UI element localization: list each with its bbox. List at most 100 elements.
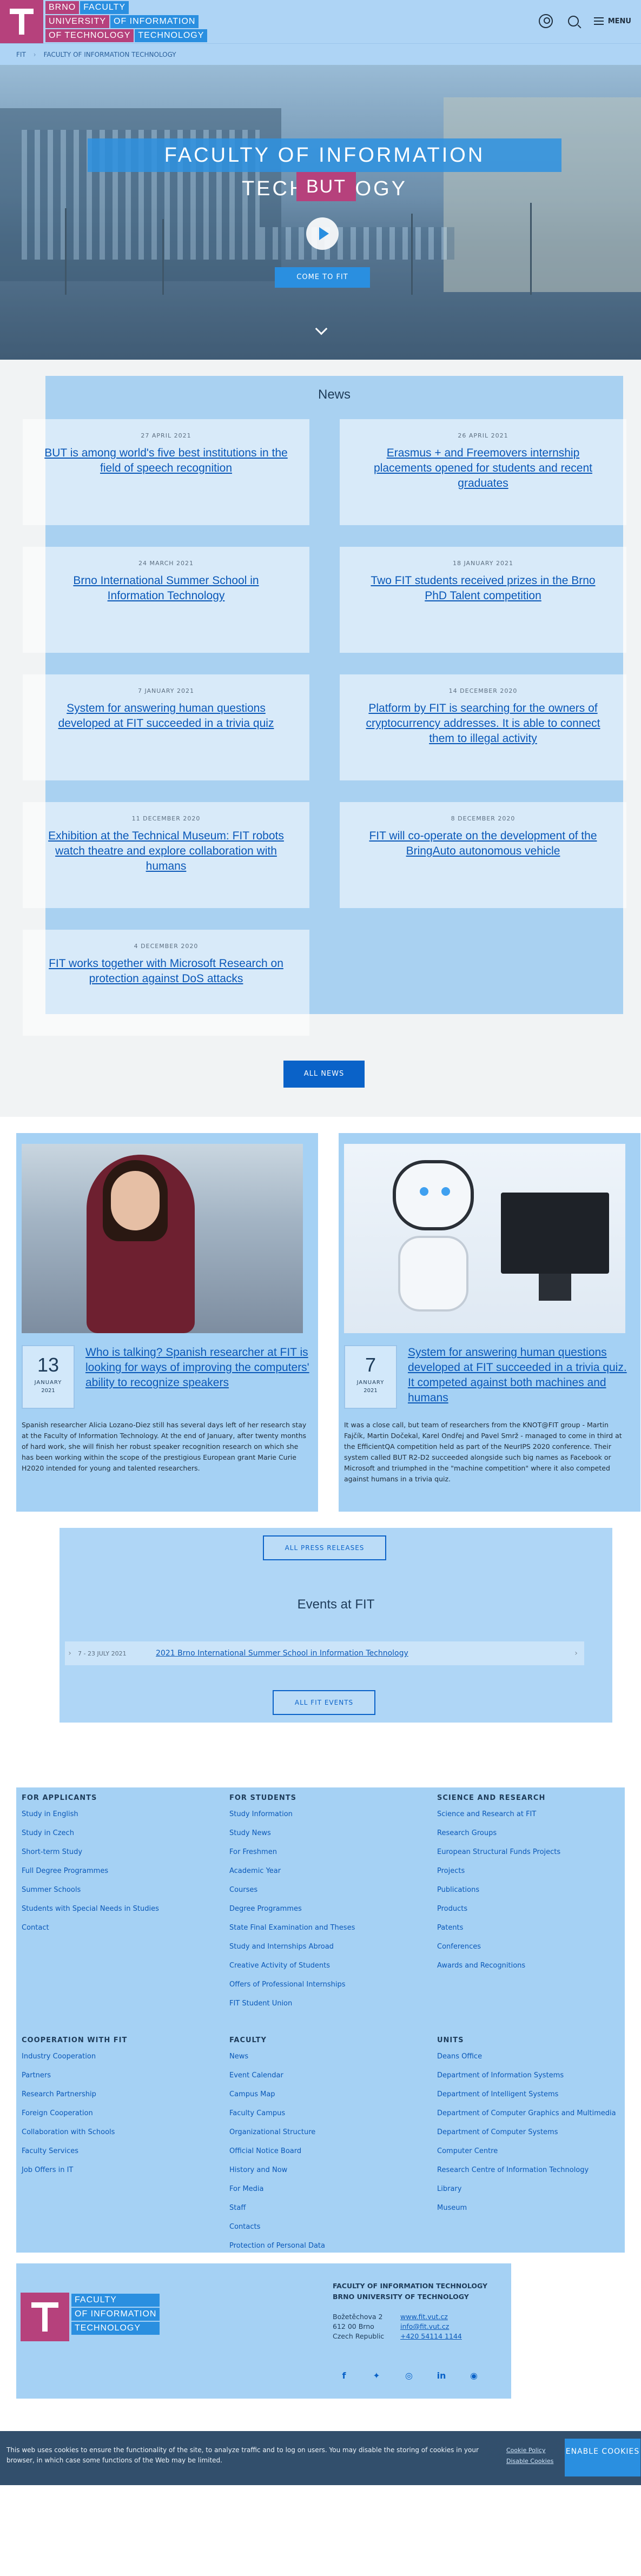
chevron-right-icon[interactable]: › [568, 1649, 584, 1658]
footer-link[interactable]: Research Groups [437, 1829, 621, 1838]
footer-link[interactable]: Organizational Structure [229, 2128, 413, 2137]
footer-link[interactable]: Faculty Campus [229, 2109, 413, 2118]
footer-link[interactable]: Patents [437, 1923, 621, 1933]
cookie-policy-link[interactable]: Cookie Policy [506, 2445, 553, 2456]
enable-cookies-button[interactable]: ENABLE COOKIES [565, 2439, 640, 2476]
featured-photo[interactable] [344, 1144, 625, 1333]
email-link[interactable]: info@fit.vut.cz [400, 2322, 462, 2332]
featured-photo[interactable] [22, 1144, 303, 1333]
footer-link[interactable]: Summer Schools [22, 1885, 206, 1895]
news-item[interactable]: 11 DECEMBER 2020 Exhibition at the Techn… [23, 802, 309, 908]
footer-link[interactable]: Students with Special Needs in Studies [22, 1904, 206, 1914]
footer-link[interactable]: Protection of Personal Data [229, 2241, 413, 2251]
footer-link[interactable]: Contact [22, 1923, 206, 1933]
footer-link[interactable]: Foreign Cooperation [22, 2109, 206, 2118]
news-title-link[interactable]: Brno International Summer School in Info… [44, 573, 288, 604]
footer-link[interactable]: For Media [229, 2184, 413, 2194]
footer-link[interactable]: Department of Intelligent Systems [437, 2090, 621, 2100]
footer-link[interactable]: Event Calendar [229, 2071, 413, 2081]
footer-link[interactable]: Science and Research at FIT [437, 1810, 621, 1819]
footer-link[interactable]: European Structural Funds Projects [437, 1847, 621, 1857]
footer-link[interactable]: Library [437, 2184, 621, 2194]
footer-link[interactable]: For Freshmen [229, 1847, 413, 1857]
footer-link[interactable]: Museum [437, 2203, 621, 2213]
website-link[interactable]: www.fit.vut.cz [400, 2312, 462, 2322]
all-fit-events-button[interactable]: ALL FIT EVENTS [273, 1690, 375, 1715]
footer-link[interactable]: Products [437, 1904, 621, 1914]
footer-link[interactable]: Job Offers in IT [22, 2166, 206, 2175]
footer-link[interactable]: Official Notice Board [229, 2147, 413, 2156]
featured-title-link[interactable]: System for answering human questions dev… [408, 1345, 635, 1406]
footer-link[interactable]: Staff [229, 2203, 413, 2213]
footer-link[interactable]: Faculty Services [22, 2147, 206, 2156]
all-news-button[interactable]: ALL NEWS [283, 1061, 365, 1088]
news-item[interactable]: 14 DECEMBER 2020 Platform by FIT is sear… [340, 674, 626, 780]
footer-link[interactable]: Department of Information Systems [437, 2071, 621, 2081]
footer-link[interactable]: Offers of Professional Internships [229, 1980, 413, 1990]
news-title-link[interactable]: FIT will co-operate on the development o… [361, 829, 605, 859]
phone-link[interactable]: +420 54114 1144 [400, 2332, 462, 2341]
footer-link[interactable]: FIT Student Union [229, 1999, 413, 2009]
news-title-link[interactable]: FIT works together with Microsoft Resear… [44, 956, 288, 986]
twitter-icon[interactable]: ✦ [371, 2370, 382, 2381]
rss-icon[interactable]: ◉ [468, 2370, 479, 2381]
news-item[interactable]: 26 APRIL 2021 Erasmus + and Freemovers i… [340, 419, 626, 525]
come-to-fit-button[interactable]: COME TO FIT [275, 267, 370, 288]
disable-cookies-link[interactable]: Disable Cookies [506, 2456, 553, 2467]
footer-link[interactable]: Publications [437, 1885, 621, 1895]
event-title-link[interactable]: 2021 Brno International Summer School in… [156, 1649, 568, 1658]
breadcrumb-item-fit[interactable]: FIT [16, 51, 26, 58]
footer-link[interactable]: Creative Activity of Students [229, 1961, 413, 1971]
event-item[interactable]: › 7 - 23 JULY 2021 2021 Brno Internation… [65, 1641, 584, 1665]
footer-link[interactable]: Deans Office [437, 2052, 621, 2062]
news-title-link[interactable]: BUT is among world's five best instituti… [44, 446, 288, 476]
menu-button[interactable]: MENU [593, 17, 631, 25]
footer-link[interactable]: Computer Centre [437, 2147, 621, 2156]
footer-link[interactable]: Study in English [22, 1810, 206, 1819]
footer-link[interactable]: News [229, 2052, 413, 2062]
news-title-link[interactable]: Erasmus + and Freemovers internship plac… [361, 446, 605, 491]
footer-link[interactable]: Contacts [229, 2222, 413, 2232]
linkedin-icon[interactable]: in [436, 2370, 447, 2381]
featured-title-link[interactable]: Who is talking? Spanish researcher at FI… [85, 1345, 313, 1390]
footer-link[interactable]: Study and Internships Abroad [229, 1942, 413, 1952]
footer-link[interactable]: Study in Czech [22, 1829, 206, 1838]
news-title-link[interactable]: Two FIT students received prizes in the … [361, 573, 605, 604]
play-video-icon[interactable] [306, 217, 339, 250]
breadcrumb-item-faculty[interactable]: FACULTY OF INFORMATION TECHNOLOGY [44, 51, 176, 58]
footer-link[interactable]: Projects [437, 1866, 621, 1876]
footer-link[interactable]: Conferences [437, 1942, 621, 1952]
news-title-link[interactable]: Exhibition at the Technical Museum: FIT … [44, 829, 288, 874]
footer-link[interactable]: Department of Computer Systems [437, 2128, 621, 2137]
search-icon[interactable] [567, 16, 579, 27]
footer-link[interactable]: Study Information [229, 1810, 413, 1819]
news-item[interactable]: 24 MARCH 2021 Brno International Summer … [23, 547, 309, 653]
news-item[interactable]: 4 DECEMBER 2020 FIT works together with … [23, 930, 309, 1036]
news-item[interactable]: 27 APRIL 2021 BUT is among world's five … [23, 419, 309, 525]
footer-logo[interactable]: FACULTY OF INFORMATION TECHNOLOGY [21, 2293, 160, 2341]
facebook-icon[interactable]: f [339, 2370, 349, 2381]
footer-link[interactable]: Research Partnership [22, 2090, 206, 2100]
footer-link[interactable]: Collaboration with Schools [22, 2128, 206, 2137]
footer-link[interactable]: Awards and Recognitions [437, 1961, 621, 1971]
news-title-link[interactable]: Platform by FIT is searching for the own… [361, 701, 605, 746]
footer-link[interactable]: Research Centre of Information Technolog… [437, 2166, 621, 2175]
faculty-logo[interactable]: BRNO FACULTY UNIVERSITY OF INFORMATION O… [0, 0, 208, 43]
footer-link[interactable]: Courses [229, 1885, 413, 1895]
user-icon[interactable] [538, 14, 553, 28]
news-item[interactable]: 8 DECEMBER 2020 FIT will co-operate on t… [340, 802, 626, 908]
footer-link[interactable]: Academic Year [229, 1866, 413, 1876]
footer-link[interactable]: Partners [22, 2071, 206, 2081]
footer-link[interactable]: Campus Map [229, 2090, 413, 2100]
footer-link[interactable]: Department of Computer Graphics and Mult… [437, 2109, 621, 2118]
footer-link[interactable]: Short-term Study [22, 1847, 206, 1857]
footer-link[interactable]: Study News [229, 1829, 413, 1838]
news-title-link[interactable]: System for answering human questions dev… [44, 701, 288, 731]
footer-link[interactable]: History and Now [229, 2166, 413, 2175]
all-press-releases-button[interactable]: ALL PRESS RELEASES [263, 1535, 386, 1560]
footer-link[interactable]: Industry Cooperation [22, 2052, 206, 2062]
footer-link[interactable]: State Final Examination and Theses [229, 1923, 413, 1933]
news-item[interactable]: 7 JANUARY 2021 System for answering huma… [23, 674, 309, 780]
news-item[interactable]: 18 JANUARY 2021 Two FIT students receive… [340, 547, 626, 653]
instagram-icon[interactable]: ◎ [404, 2370, 414, 2381]
